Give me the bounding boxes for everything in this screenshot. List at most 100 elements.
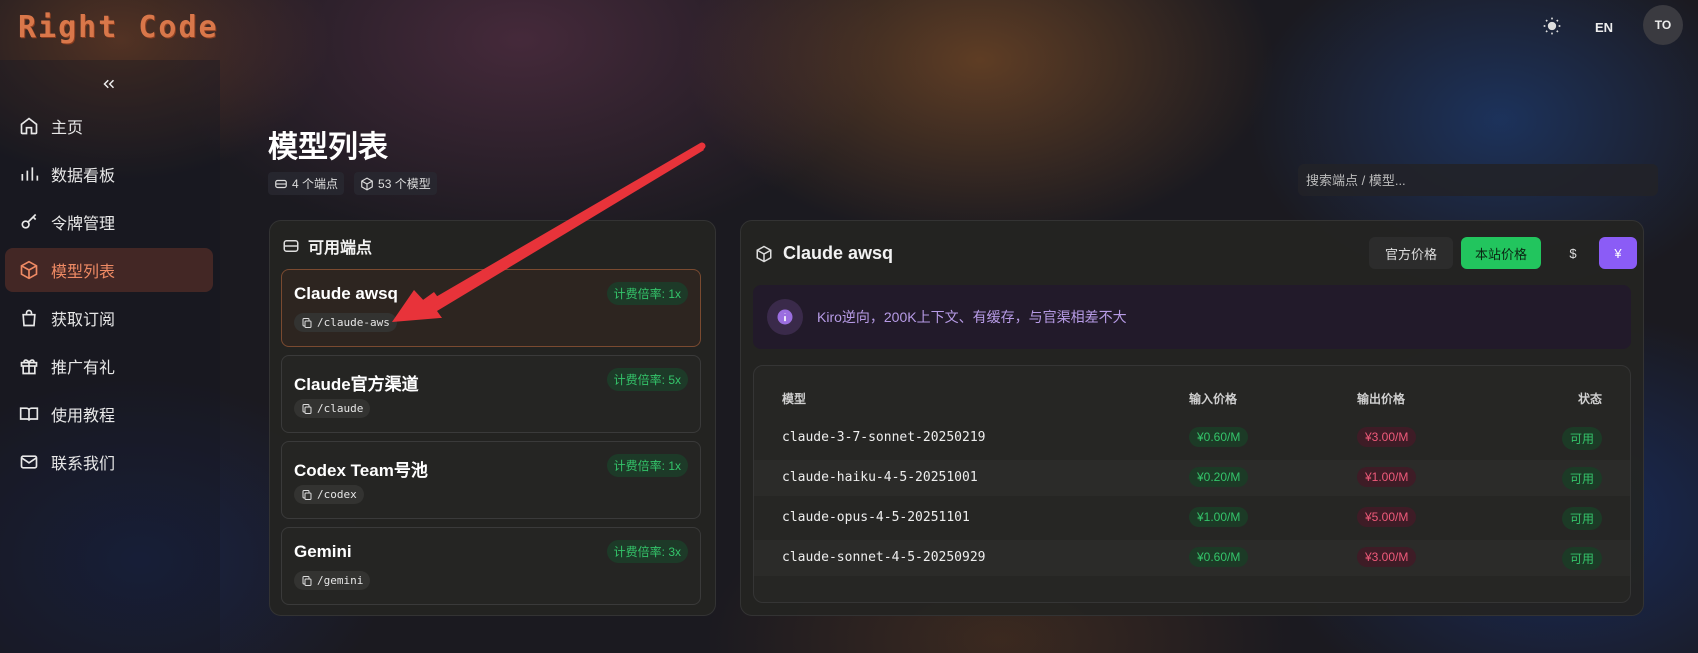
sidebar-item-models[interactable]: 模型列表 — [5, 248, 213, 292]
endpoints-heading-label: 可用端点 — [308, 240, 373, 257]
sidebar-item-label: 推广有礼 — [51, 360, 116, 377]
price-tabs: 官方价格 本站价格 $ ¥ — [1369, 237, 1637, 269]
detail-title: Claude awsq — [755, 243, 893, 264]
model-name: claude-sonnet-4-5-20250929 — [782, 550, 986, 565]
input-price: ¥1.00/M — [1189, 507, 1249, 527]
search-input[interactable] — [1298, 164, 1658, 196]
copy-icon — [302, 489, 312, 500]
input-price: ¥0.60/M — [1189, 427, 1249, 447]
endpoint-path: /codex — [317, 488, 357, 501]
sidebar: 主页 数据看板 令牌管理 模型列表 获取订阅 推广有礼 使用教程 联系我们 — [0, 60, 220, 653]
sidebar-item-home[interactable]: 主页 — [5, 104, 213, 148]
input-price: ¥0.60/M — [1189, 547, 1249, 567]
currency-cny-button[interactable]: ¥ — [1599, 237, 1637, 269]
endpoint-card-claude-awsq[interactable]: Claude awsq 计费倍率: 1x /claude-aws — [281, 269, 701, 347]
header-model: 模型 — [782, 392, 807, 406]
table-row: claude-3-7-sonnet-20250219 ¥0.60/M ¥3.00… — [754, 420, 1630, 456]
notice-text: Kiro逆向，200K上下文、有缓存，与官渠相差不大 — [817, 309, 1127, 325]
billing-rate-badge: 计费倍率: 1x — [606, 282, 688, 305]
shopping-bag-icon — [22, 309, 36, 327]
endpoint-name: Gemini — [294, 542, 352, 561]
endpoint-path-chip[interactable]: /claude-aws — [294, 313, 397, 332]
sidebar-item-label: 获取订阅 — [51, 312, 116, 329]
models-count: 53 个模型 — [378, 177, 431, 191]
bar-chart-icon — [21, 167, 39, 181]
endpoint-path-chip[interactable]: /claude — [294, 399, 371, 418]
sidebar-item-tutorial[interactable]: 使用教程 — [5, 392, 213, 436]
model-name: claude-haiku-4-5-20251001 — [782, 470, 978, 485]
endpoint-path-chip[interactable]: /codex — [294, 485, 364, 504]
copy-icon — [302, 317, 312, 328]
sidebar-nav: 主页 数据看板 令牌管理 模型列表 获取订阅 推广有礼 使用教程 联系我们 — [5, 104, 213, 488]
copy-icon — [302, 403, 312, 414]
model-price-table: 模型 输入价格 输出价格 状态 claude-3-7-sonnet-202502… — [753, 365, 1631, 603]
book-icon — [19, 407, 39, 421]
sidebar-item-subscribe[interactable]: 获取订阅 — [5, 296, 213, 340]
endpoint-notice: Kiro逆向，200K上下文、有缓存，与官渠相差不大 — [753, 285, 1631, 349]
output-price: ¥3.00/M — [1357, 427, 1417, 447]
endpoint-name: Codex Team号池 — [294, 461, 428, 480]
cube-icon — [756, 245, 772, 262]
model-name: claude-3-7-sonnet-20250219 — [782, 430, 986, 445]
chevrons-left-icon — [103, 79, 115, 89]
endpoints-count: 4 个端点 — [292, 177, 339, 191]
sidebar-item-tokens[interactable]: 令牌管理 — [5, 200, 213, 244]
sidebar-item-label: 数据看板 — [51, 168, 116, 185]
key-icon — [21, 213, 37, 229]
endpoint-name: Claude官方渠道 — [294, 375, 419, 394]
server-icon — [275, 179, 287, 188]
sidebar-item-label: 主页 — [51, 120, 84, 137]
endpoint-path-chip[interactable]: /gemini — [294, 571, 371, 590]
theme-toggle-button[interactable] — [1538, 12, 1566, 40]
sun-icon — [1543, 17, 1561, 35]
home-icon — [20, 117, 38, 135]
endpoints-heading: 可用端点 — [282, 234, 372, 258]
table-header: 模型 输入价格 输出价格 状态 — [754, 380, 1630, 416]
sidebar-item-contact[interactable]: 联系我们 — [5, 440, 213, 484]
endpoint-card-claude-official[interactable]: Claude官方渠道 计费倍率: 5x /claude — [281, 355, 701, 433]
endpoints-panel: 可用端点 Claude awsq 计费倍率: 1x /claude-aws Cl… — [269, 220, 716, 616]
tab-official-price[interactable]: 官方价格 — [1369, 237, 1453, 269]
page-title: 模型列表 — [268, 131, 388, 164]
status-badge: 可用 — [1561, 547, 1602, 570]
top-header: Right Code EN TO — [0, 0, 1698, 58]
table-row: claude-haiku-4-5-20251001 ¥0.20/M ¥1.00/… — [754, 460, 1630, 496]
currency-usd-button[interactable]: $ — [1555, 237, 1591, 269]
output-price: ¥3.00/M — [1357, 547, 1417, 567]
cube-icon — [361, 176, 373, 191]
billing-rate-badge: 计费倍率: 1x — [606, 454, 688, 477]
billing-rate-badge: 计费倍率: 5x — [606, 368, 688, 391]
output-price: ¥5.00/M — [1357, 507, 1417, 527]
endpoint-card-codex-team[interactable]: Codex Team号池 计费倍率: 1x /codex — [281, 441, 701, 519]
tab-site-price[interactable]: 本站价格 — [1461, 237, 1541, 269]
endpoint-path: /claude — [317, 402, 364, 415]
sidebar-item-dashboard[interactable]: 数据看板 — [5, 152, 213, 196]
header-output-price: 输出价格 — [1357, 392, 1406, 406]
output-price: ¥1.00/M — [1357, 467, 1417, 487]
model-name: claude-opus-4-5-20251101 — [782, 510, 970, 525]
endpoint-name: Claude awsq — [294, 284, 398, 303]
input-price: ¥0.20/M — [1189, 467, 1249, 487]
mail-icon — [20, 455, 38, 469]
endpoint-path: /claude-aws — [317, 316, 390, 329]
status-badge: 可用 — [1561, 467, 1602, 490]
table-row: claude-opus-4-5-20251101 ¥1.00/M ¥5.00/M… — [754, 500, 1630, 536]
sidebar-item-label: 模型列表 — [51, 264, 116, 281]
sidebar-item-label: 使用教程 — [51, 408, 116, 425]
header-input-price: 输入价格 — [1189, 392, 1238, 406]
endpoint-card-gemini[interactable]: Gemini 计费倍率: 3x /gemini — [281, 527, 701, 605]
endpoint-path: /gemini — [317, 574, 364, 587]
copy-icon — [302, 575, 312, 586]
status-badge: 可用 — [1561, 427, 1602, 450]
sidebar-item-referral[interactable]: 推广有礼 — [5, 344, 213, 388]
language-button[interactable]: EN — [1590, 14, 1618, 40]
header-status: 状态 — [1577, 392, 1602, 406]
stats-row: 4 个端点 53 个模型 — [268, 172, 437, 195]
sidebar-item-label: 令牌管理 — [51, 216, 116, 233]
endpoints-count-chip: 4 个端点 — [268, 172, 345, 195]
info-icon — [767, 299, 803, 335]
avatar[interactable]: TO — [1643, 5, 1683, 45]
endpoint-detail-panel: Claude awsq 官方价格 本站价格 $ ¥ Kiro逆向，200K上下文… — [740, 220, 1644, 616]
collapse-sidebar-button[interactable] — [97, 72, 121, 96]
logo[interactable]: Right Code — [18, 10, 219, 45]
